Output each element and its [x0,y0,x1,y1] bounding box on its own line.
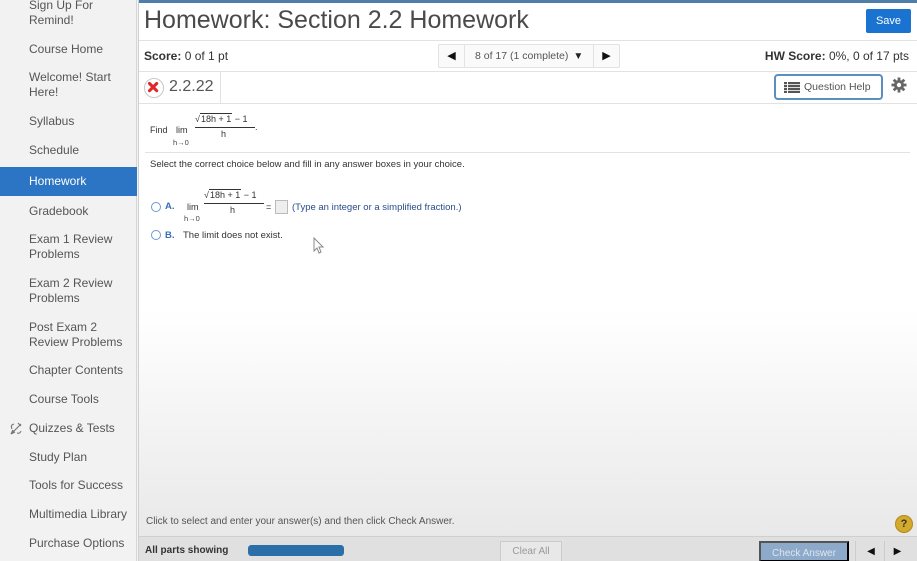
previous-part-button[interactable]: ◀ [858,541,884,561]
divider [139,103,917,104]
check-answer-button[interactable]: Check Answer [759,541,849,561]
sidebar-item-post-exam-2-review[interactable]: Post Exam 2 Review Problems [0,320,137,350]
sidebar-item-welcome[interactable]: Welcome! Start Here! [0,70,137,100]
next-question-button[interactable]: ▶ [593,45,619,67]
caret-down-icon: ▼ [573,51,584,62]
sidebar-item-homework[interactable]: Homework [0,167,137,196]
part-navigation: ◀ ▶ [855,541,911,561]
clear-all-button[interactable]: Clear All [500,541,562,561]
fraction-bar [195,127,255,128]
divider [139,40,917,41]
sidebar-item-exam-1-review[interactable]: Exam 1 Review Problems [0,232,137,262]
previous-question-button[interactable]: ◀ [439,45,465,67]
instruction-text: Select the correct choice below and fill… [150,159,465,170]
footer-instruction: Click to select and enter your answer(s)… [146,516,455,527]
radicand: 18h + 1 [208,189,242,200]
score-value: 0 of 1 pt [184,49,229,63]
parts-progress-bar [248,545,344,556]
fraction-numerator: √18h + 1 − 1 [204,189,257,200]
sidebar-item-purchase-options[interactable]: Purchase Options [0,536,137,551]
sidebar-item-syllabus[interactable]: Syllabus [0,114,137,129]
gear-icon[interactable] [891,77,907,93]
fraction-denominator: h [221,129,227,139]
sidebar-item-label: Quizzes & Tests [29,421,115,435]
prompt-find: Find [150,125,168,135]
divider [139,71,917,72]
homework-player: Homework: Section 2.2 Homework Save Scor… [138,0,917,561]
sidebar-item-gradebook[interactable]: Gradebook [0,204,137,219]
header-accent-line [139,0,917,3]
limit-subscript: h→0 [173,138,189,147]
question-score: Score: 0 of 1 pt [144,49,228,63]
next-part-button[interactable]: ▶ [884,541,910,561]
save-button[interactable]: Save [866,9,911,33]
question-id-box: 2.2.22 [139,72,221,103]
list-icon [784,82,800,93]
sidebar-item-course-tools[interactable]: Course Tools [0,392,137,407]
sidebar-item-multimedia-library[interactable]: Multimedia Library [0,507,137,522]
sidebar-item-chapter-contents[interactable]: Chapter Contents [0,363,137,378]
sidebar-item-course-home[interactable]: Course Home [0,42,137,57]
prompt-period: . [255,122,258,132]
homework-score: HW Score: 0%, 0 of 17 pts [765,49,909,63]
radicand: 18h + 1 [199,113,233,124]
limit-fraction: √18h + 1 − 1 h [195,113,257,144]
quiz-pencil-icon [10,422,22,435]
question-position-label: 8 of 17 (1 complete) [475,50,569,62]
help-question-icon[interactable]: ? [895,515,913,533]
sidebar-item-quizzes-tests[interactable]: Quizzes & Tests [0,421,137,436]
answer-format-hint: (Type an integer or a simplified fractio… [292,202,462,213]
choice-b-radio[interactable] [151,230,161,240]
course-sidebar: Sign Up For Remind! Course Home Welcome!… [0,0,137,561]
question-dropdown[interactable]: 8 of 17 (1 complete) ▼ [475,45,583,68]
choice-a-fraction: √18h + 1 − 1 h [204,189,266,220]
mouse-pointer-icon [313,237,325,254]
answer-input[interactable] [275,200,288,214]
sidebar-item-study-plan[interactable]: Study Plan [0,450,137,465]
hw-score-label: HW Score: [764,49,826,63]
page-title: Homework: Section 2.2 Homework [144,6,529,34]
numerator-rest: − 1 [232,114,248,124]
fraction-numerator: √18h + 1 − 1 [195,113,248,124]
numerator-rest: − 1 [241,190,257,200]
question-navigator: ◀ 8 of 17 (1 complete) ▼ ▶ [438,44,620,68]
choice-a-radio[interactable] [151,202,161,212]
sidebar-item-tools-for-success[interactable]: Tools for Success [0,478,137,493]
progress-fill [248,545,344,556]
question-help-label: Question Help [804,81,871,93]
parts-showing-label: All parts showing [145,545,229,556]
hw-score-value: 0%, 0 of 17 pts [828,49,909,63]
bottom-toolbar: All parts showing Clear All Check Answer… [139,536,917,561]
choice-b-text: The limit does not exist. [183,230,283,241]
divider [145,152,910,153]
sidebar-item-schedule[interactable]: Schedule [0,143,137,158]
score-label: Score: [144,49,182,63]
incorrect-x-icon [144,78,164,98]
choice-a-limit-operator: lim [187,202,199,212]
fraction-denominator: h [230,205,236,215]
fraction-bar [204,203,264,204]
sidebar-item-sign-up-for-remind[interactable]: Sign Up For Remind! [0,0,137,28]
question-help-button[interactable]: Question Help [774,74,883,100]
limit-operator: lim [176,125,188,135]
choice-b-letter: B. [165,230,175,241]
choice-a-limit-subscript: h→0 [184,214,200,223]
equals-sign: = [266,202,272,212]
choice-a-letter: A. [165,201,175,212]
question-number: 2.2.22 [169,78,214,95]
sidebar-item-exam-2-review[interactable]: Exam 2 Review Problems [0,276,137,306]
